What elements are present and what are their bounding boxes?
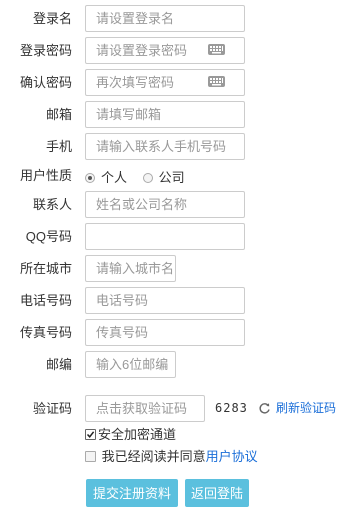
email-row: 邮箱: [0, 101, 361, 128]
user-agreement-link[interactable]: 用户协议: [206, 449, 258, 464]
captcha-label: 验证码: [32, 401, 72, 416]
radio-company-label[interactable]: 公司: [159, 170, 185, 185]
mobile-label: 手机: [45, 139, 72, 154]
mobile-row: 手机: [0, 133, 361, 160]
contact-input[interactable]: [85, 191, 245, 218]
email-input[interactable]: [85, 101, 245, 128]
user-type-label: 用户性质: [19, 168, 72, 183]
city-input[interactable]: [85, 255, 176, 282]
keyboard-icon[interactable]: [208, 44, 225, 55]
agreement-text: 我已经阅读并同意: [101, 449, 206, 464]
username-label: 登录名: [32, 11, 72, 26]
username-input[interactable]: [85, 5, 245, 32]
radio-company[interactable]: [142, 172, 153, 183]
captcha-row: 验证码 6283 刷新验证码: [0, 395, 361, 422]
secure-channel-row: 安全加密通道: [85, 425, 176, 445]
fax-row: 传真号码: [0, 319, 361, 346]
postcode-label: 邮编: [45, 357, 72, 372]
captcha-input[interactable]: [85, 395, 205, 422]
phone-label: 电话号码: [19, 293, 72, 308]
phone-row: 电话号码: [0, 287, 361, 314]
refresh-captcha-link[interactable]: 刷新验证码: [276, 395, 336, 422]
user-type-row: 用户性质 个人 公司: [0, 162, 361, 189]
phone-input[interactable]: [85, 287, 245, 314]
submit-registration-button[interactable]: 提交注册资料: [86, 479, 178, 507]
qq-row: QQ号码: [0, 223, 361, 250]
agreement-checkbox[interactable]: [85, 451, 96, 463]
postcode-input[interactable]: [85, 351, 176, 378]
city-label: 所在城市: [19, 261, 72, 276]
qq-input[interactable]: [85, 223, 245, 250]
contact-row: 联系人: [0, 191, 361, 218]
agreement-row: 我已经阅读并同意用户协议: [85, 447, 258, 467]
username-row: 登录名: [0, 5, 361, 32]
password-label: 登录密码: [19, 43, 72, 58]
postcode-row: 邮编: [0, 351, 361, 378]
password-row: 登录密码: [0, 37, 361, 64]
refresh-icon[interactable]: [258, 402, 271, 415]
captcha-code[interactable]: 6283: [215, 395, 248, 422]
keyboard-icon[interactable]: [208, 76, 225, 87]
fax-label: 传真号码: [19, 325, 72, 340]
radio-personal-label[interactable]: 个人: [101, 170, 127, 185]
qq-label: QQ号码: [25, 229, 72, 244]
confirm-password-row: 确认密码: [0, 69, 361, 96]
back-to-login-button[interactable]: 返回登陆: [185, 479, 249, 507]
secure-channel-checkbox[interactable]: [85, 429, 96, 441]
user-type-radio-group: 个人 公司: [85, 164, 197, 191]
city-row: 所在城市: [0, 255, 361, 282]
confirm-password-label: 确认密码: [19, 75, 72, 90]
radio-personal[interactable]: [85, 172, 95, 183]
mobile-input[interactable]: [85, 133, 245, 160]
fax-input[interactable]: [85, 319, 245, 346]
email-label: 邮箱: [45, 107, 72, 122]
secure-channel-label: 安全加密通道: [98, 427, 177, 442]
contact-label: 联系人: [32, 197, 72, 212]
